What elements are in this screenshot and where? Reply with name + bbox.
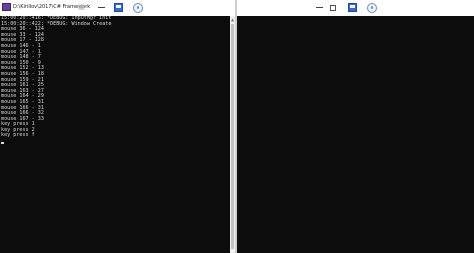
console-window-left: D:\Kirillov\2017\C# Framework ▦ 15:00:20…	[0, 0, 235, 253]
save-icon[interactable]	[112, 1, 125, 14]
minimize-button[interactable]	[95, 1, 108, 14]
console-line: key press f	[1, 132, 35, 139]
render-window-right	[237, 0, 474, 253]
restore-icon[interactable]	[326, 1, 339, 14]
save-icon[interactable]	[346, 1, 359, 14]
profile-icon[interactable]	[365, 1, 378, 14]
render-canvas[interactable]	[237, 16, 474, 253]
console-app-icon	[2, 3, 11, 11]
title-bar[interactable]	[237, 0, 474, 16]
log-lines: 15:00:20::416: *DEBUG: InputMgr init 15:0…	[0, 16, 235, 139]
scrollbar-thumb[interactable]	[231, 24, 234, 249]
console-output[interactable]: 15:00:20::416: *DEBUG: InputMgr init 15:0…	[0, 16, 235, 253]
text-cursor	[1, 142, 4, 145]
title-bar[interactable]: D:\Kirillov\2017\C# Framework ▦	[0, 0, 235, 16]
grid-icon: ▦	[78, 3, 85, 11]
profile-icon[interactable]	[131, 1, 144, 14]
minimize-button[interactable]	[313, 1, 326, 14]
